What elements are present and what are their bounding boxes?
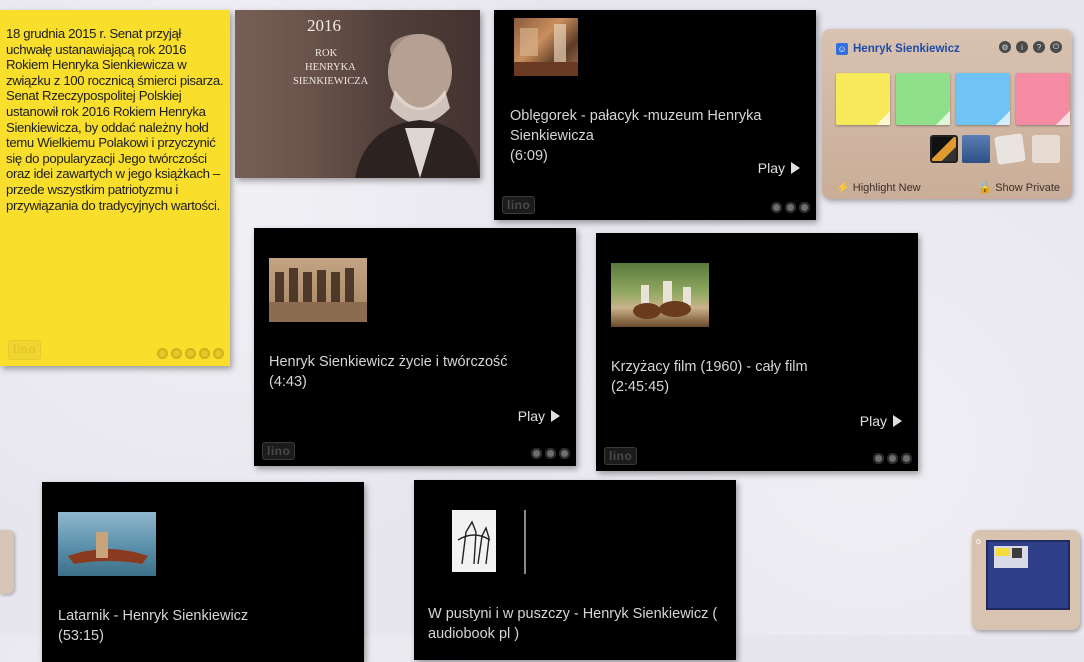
widget-buttons[interactable]: ⚙ i ? ⏻	[999, 41, 1062, 53]
video-title: Henryk Sienkiewicz życie i twórczość (4:…	[269, 354, 508, 390]
video-title: W pustyni i w puszczy - Henryk Sienkiewi…	[428, 606, 718, 642]
info-icon[interactable]	[157, 348, 168, 359]
lino-logo: lino	[262, 442, 296, 460]
info-icon[interactable]	[873, 453, 884, 464]
portrait-image	[355, 34, 480, 178]
edit-icon[interactable]	[785, 202, 796, 213]
edit-icon[interactable]	[887, 453, 898, 464]
photo-tool-icon[interactable]	[930, 135, 958, 163]
show-private-toggle[interactable]: 🔒 Show Private	[978, 181, 1060, 194]
edit-icon[interactable]	[185, 348, 196, 359]
yellow-sticky-pad[interactable]	[836, 73, 890, 125]
video-thumbnail[interactable]	[514, 18, 578, 76]
note-controls[interactable]	[771, 202, 810, 213]
video-note-4[interactable]: Latarnik - Henryk Sienkiewicz (53:15)	[42, 482, 364, 662]
check-icon[interactable]	[901, 453, 912, 464]
video-title: Krzyżacy film (1960) - cały film (2:45:4…	[611, 359, 808, 395]
play-icon	[893, 415, 902, 427]
power-icon[interactable]: ⏻	[1050, 41, 1062, 53]
video-thumbnail[interactable]	[611, 263, 709, 327]
play-button[interactable]: Play	[758, 160, 800, 176]
note-text: 18 grudnia 2015 r. Senat przyjął uchwałę…	[6, 26, 224, 213]
info-icon[interactable]	[199, 348, 210, 359]
check-icon[interactable]	[213, 348, 224, 359]
info-icon[interactable]	[531, 448, 542, 459]
check-icon[interactable]	[799, 202, 810, 213]
blank-note-tool-icon[interactable]	[1032, 135, 1060, 163]
play-icon	[791, 162, 800, 174]
calendar-icon[interactable]	[171, 348, 182, 359]
play-icon	[551, 410, 560, 422]
sticky-note-yellow[interactable]: 18 grudnia 2015 r. Senat przyjął uchwałę…	[0, 10, 230, 366]
lino-widget: ☺ Henryk Sienkiewicz ⚙ i ? ⏻ ⚡ Highlight…	[822, 29, 1072, 199]
video-note-2[interactable]: Henryk Sienkiewicz życie i twórczość (4:…	[254, 228, 576, 466]
note-controls[interactable]	[873, 453, 912, 464]
lino-logo: lino	[8, 340, 42, 360]
help-icon[interactable]: ?	[1033, 41, 1045, 53]
info-icon[interactable]: i	[1016, 41, 1028, 53]
user-name: Henryk Sienkiewicz	[853, 43, 960, 55]
video-note-1[interactable]: Oblęgorek - pałacyk -muzeum Henryka Sien…	[494, 10, 816, 220]
lino-logo: lino	[604, 447, 638, 465]
pink-sticky-pad[interactable]	[1016, 73, 1070, 125]
lino-logo: lino	[502, 196, 536, 214]
info-icon[interactable]	[771, 202, 782, 213]
video-tool-icon[interactable]	[962, 135, 990, 163]
settings-icon[interactable]: ⚙	[999, 41, 1011, 53]
play-button[interactable]: Play	[518, 408, 560, 424]
video-title: Latarnik - Henryk Sienkiewicz (53:15)	[58, 608, 249, 644]
check-icon[interactable]	[559, 448, 570, 459]
user-avatar-icon: ☺	[836, 43, 848, 55]
minimap[interactable]: o	[972, 530, 1080, 630]
video-thumbnail[interactable]	[269, 258, 367, 322]
video-thumbnail[interactable]	[58, 512, 156, 576]
video-thumbnail[interactable]	[452, 510, 496, 572]
video-note-3[interactable]: Krzyżacy film (1960) - cały film (2:45:4…	[596, 233, 918, 471]
user-info[interactable]: ☺ Henryk Sienkiewicz	[836, 43, 960, 55]
attachment-tool-icon[interactable]	[994, 133, 1026, 165]
edit-icon[interactable]	[545, 448, 556, 459]
poster-note[interactable]: 2016 ROK HENRYKA SIENKIEWICZA	[235, 10, 480, 178]
video-note-5[interactable]: W pustyni i w puszczy - Henryk Sienkiewi…	[414, 480, 736, 660]
left-edge-tab[interactable]	[0, 530, 14, 594]
note-controls[interactable]	[531, 448, 570, 459]
minimap-viewport[interactable]	[986, 540, 1070, 610]
divider	[524, 510, 526, 574]
green-sticky-pad[interactable]	[896, 73, 950, 125]
play-button[interactable]: Play	[860, 413, 902, 429]
blue-sticky-pad[interactable]	[956, 73, 1010, 125]
video-title: Oblęgorek - pałacyk -muzeum Henryka Sien…	[510, 108, 762, 164]
minimap-close-icon[interactable]: o	[976, 536, 981, 546]
highlight-new-toggle[interactable]: ⚡ Highlight New	[836, 181, 921, 194]
note-controls[interactable]	[157, 348, 224, 359]
